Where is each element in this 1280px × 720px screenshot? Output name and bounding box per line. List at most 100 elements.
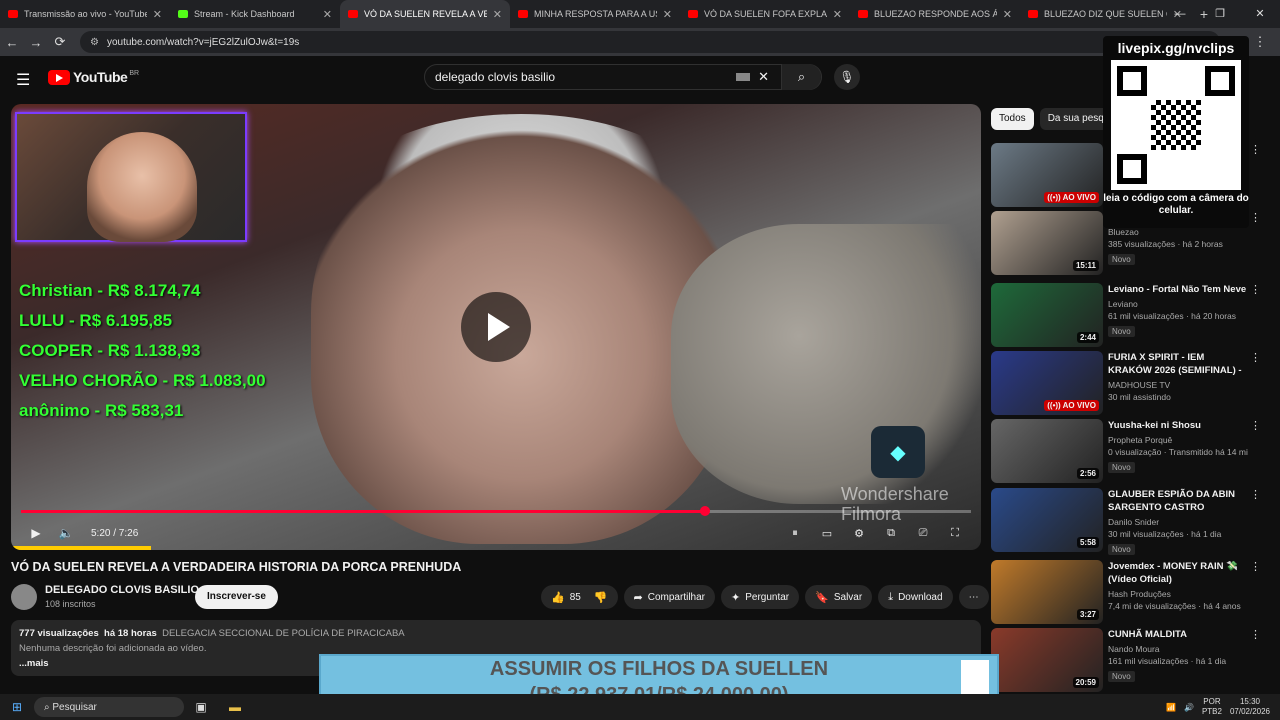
big-play-button[interactable] bbox=[461, 292, 531, 362]
autoplay-toggle-icon[interactable]: ⏸ bbox=[779, 527, 811, 540]
close-tab-icon[interactable]: ✕ bbox=[833, 8, 842, 21]
youtube-logo[interactable]: YouTube BR bbox=[48, 69, 139, 85]
more-options-icon[interactable]: ⋮ bbox=[1250, 283, 1261, 296]
video-player[interactable]: Christian - R$ 8.174,74 LULU - R$ 6.195,8… bbox=[11, 104, 981, 550]
restore-icon[interactable]: ❐ bbox=[1200, 0, 1240, 28]
download-button[interactable]: ⤓ Download bbox=[878, 585, 953, 609]
browser-tab[interactable]: MINHA RESPOSTA PARA A USURPADORA ✕ bbox=[510, 0, 680, 28]
settings-icon[interactable]: ⚙ bbox=[843, 527, 875, 540]
video-thumbnail[interactable]: 15:11 bbox=[991, 211, 1103, 275]
site-info-icon[interactable]: ⚙ bbox=[90, 37, 99, 48]
browser-menu-icon[interactable]: ⋮ bbox=[1248, 34, 1272, 50]
rec-channel[interactable]: Bluezao bbox=[1108, 227, 1248, 237]
file-explorer-icon[interactable]: ▬ bbox=[218, 700, 252, 714]
rec-title[interactable]: Leviano - Fortal Não Tem Neve bbox=[1108, 283, 1248, 296]
more-options-icon[interactable]: ⋮ bbox=[1250, 211, 1261, 224]
url-bar[interactable]: ⚙ youtube.com/watch?v=jEG2lZulOJw&t=19s bbox=[80, 31, 1220, 53]
share-label: Compartilhar bbox=[647, 591, 705, 603]
clear-search-icon[interactable]: ✕ bbox=[758, 69, 769, 85]
rec-title[interactable]: GLAUBER ESPIÃO DA ABIN SARGENTO CASTRO C… bbox=[1108, 488, 1248, 514]
close-tab-icon[interactable]: ✕ bbox=[663, 8, 672, 21]
cast-icon[interactable]: ⎚ bbox=[907, 527, 939, 540]
video-thumbnail[interactable]: 20:59 bbox=[991, 628, 1103, 692]
miniplayer-icon[interactable]: ⧉ bbox=[875, 527, 907, 540]
close-tab-icon[interactable]: ✕ bbox=[323, 8, 332, 21]
recommended-video[interactable]: 2:56 Yuusha-kei ni Shosu Propheta Porquê 0 … bbox=[991, 419, 1261, 483]
video-thumbnail[interactable]: 5:58 bbox=[991, 488, 1103, 552]
rec-title[interactable]: Yuusha-kei ni Shosu bbox=[1108, 419, 1248, 432]
more-options-icon[interactable]: ⋮ bbox=[1250, 628, 1261, 641]
video-thumbnail[interactable]: ((•)) AO VIVO bbox=[991, 351, 1103, 415]
minimize-icon[interactable]: — bbox=[1160, 0, 1200, 28]
sparkle-icon: ✦ bbox=[731, 591, 741, 604]
rec-channel[interactable]: Danilo Snider bbox=[1108, 517, 1248, 527]
rec-channel[interactable]: Nando Moura bbox=[1108, 644, 1248, 654]
rec-channel[interactable]: Leviano bbox=[1108, 299, 1248, 309]
browser-tab[interactable]: VÓ DA SUELEN FOFA EXPLANA ✕ bbox=[680, 0, 850, 28]
share-button[interactable]: ➦ Compartilhar bbox=[623, 585, 715, 609]
browser-tab[interactable]: VÓ DA SUELEN REVELA A VERDADEIRA ✕ bbox=[340, 0, 510, 28]
recommended-video[interactable]: 3:27 Jovemdex - MONEY RAIN 💸 (Vídeo Ofici… bbox=[991, 560, 1261, 624]
windows-start-icon[interactable]: ⊞ bbox=[0, 700, 34, 714]
subtitles-icon[interactable]: ▭ bbox=[811, 527, 843, 540]
channel-avatar[interactable] bbox=[11, 584, 37, 610]
recommended-video[interactable]: 2:44 Leviano - Fortal Não Tem Neve Leviano… bbox=[991, 283, 1261, 347]
thumbs-down-icon[interactable]: 👎 bbox=[594, 591, 608, 604]
progress-scrubber[interactable] bbox=[700, 506, 710, 516]
browser-tab[interactable]: Transmissão ao vivo - YouTube ✕ bbox=[0, 0, 170, 28]
close-tab-icon[interactable]: ✕ bbox=[1003, 8, 1012, 21]
recommended-video[interactable]: 5:58 GLAUBER ESPIÃO DA ABIN SARGENTO CAST… bbox=[991, 488, 1261, 555]
tab-title: MINHA RESPOSTA PARA A USURPADORA bbox=[534, 9, 657, 19]
progress-bar[interactable] bbox=[21, 506, 971, 516]
more-options-icon[interactable]: ⋮ bbox=[1250, 419, 1261, 432]
like-button[interactable]: 👍 85 👎 bbox=[541, 585, 618, 609]
close-window-icon[interactable]: ✕ bbox=[1240, 0, 1280, 28]
browser-tab[interactable]: Stream - Kick Dashboard ✕ bbox=[170, 0, 340, 28]
more-actions-button[interactable]: ⋯ bbox=[958, 585, 989, 609]
volume-icon[interactable]: 🔈 bbox=[51, 526, 81, 540]
video-thumbnail[interactable]: ((•)) AO VIVO bbox=[991, 143, 1103, 207]
fullscreen-icon[interactable]: ⛶ bbox=[939, 527, 971, 540]
ask-button[interactable]: ✦ Perguntar bbox=[721, 585, 800, 609]
save-button[interactable]: 🔖 Salvar bbox=[805, 585, 873, 609]
filter-chip[interactable]: Todos bbox=[991, 108, 1034, 130]
keyboard-icon[interactable] bbox=[736, 73, 751, 81]
close-tab-icon[interactable]: ✕ bbox=[153, 8, 162, 21]
video-thumbnail[interactable]: 3:27 bbox=[991, 560, 1103, 624]
video-thumbnail[interactable]: 2:44 bbox=[991, 283, 1103, 347]
search-input[interactable]: delegado clovis basilio bbox=[435, 70, 736, 84]
more-options-icon[interactable]: ⋮ bbox=[1250, 143, 1261, 156]
reload-icon[interactable]: ⟳ bbox=[48, 34, 72, 50]
speaker-icon[interactable]: 🔊 bbox=[1184, 703, 1194, 712]
rec-channel[interactable]: Hash Produções bbox=[1108, 589, 1248, 599]
video-thumbnail[interactable]: 2:56 bbox=[991, 419, 1103, 483]
forward-icon[interactable]: → bbox=[24, 35, 48, 50]
channel-name[interactable]: DELEGADO CLOVIS BASILIO bbox=[45, 584, 199, 596]
task-view-icon[interactable]: ▣ bbox=[184, 700, 218, 714]
search-button[interactable]: ⌕ bbox=[781, 64, 821, 90]
language-indicator[interactable]: POR PTB2 bbox=[1202, 697, 1222, 717]
browser-tab[interactable]: BLUEZAO RESPONDE AOS ÁUDIOS ✕ bbox=[850, 0, 1020, 28]
wifi-icon[interactable]: 📶 bbox=[1166, 703, 1176, 712]
search-box[interactable]: delegado clovis basilio ✕ ⌕ bbox=[424, 64, 822, 90]
voice-search-icon[interactable]: 🎙 bbox=[834, 64, 860, 90]
close-tab-icon[interactable]: ✕ bbox=[493, 8, 502, 21]
rec-channel[interactable]: Propheta Porquê bbox=[1108, 435, 1248, 445]
recommended-video[interactable]: ((•)) AO VIVO FURIA X SPIRIT - IEM KRAKÓW… bbox=[991, 351, 1261, 415]
rec-title[interactable]: CUNHÃ MALDITA bbox=[1108, 628, 1248, 641]
rec-channel[interactable]: MADHOUSE TV bbox=[1108, 380, 1248, 390]
back-icon[interactable]: ← bbox=[0, 35, 24, 50]
rec-title[interactable]: Jovemdex - MONEY RAIN 💸 (Vídeo Oficial) bbox=[1108, 560, 1248, 586]
description-tag[interactable]: DELEGACIA SECCIONAL DE POLÍCIA DE PIRACI… bbox=[162, 628, 405, 639]
taskbar-search[interactable]: ⌕ Pesquisar bbox=[34, 697, 184, 717]
subscribe-button[interactable]: Inscrever-se bbox=[195, 585, 278, 609]
more-options-icon[interactable]: ⋮ bbox=[1250, 560, 1261, 573]
more-options-icon[interactable]: ⋮ bbox=[1250, 488, 1261, 501]
hamburger-menu-icon[interactable]: ☰ bbox=[16, 70, 30, 90]
more-options-icon[interactable]: ⋮ bbox=[1250, 351, 1261, 364]
rec-title[interactable]: FURIA X SPIRIT - IEM KRAKÓW 2026 (SEMIFI… bbox=[1108, 351, 1248, 377]
clock[interactable]: 15:30 07/02/2026 bbox=[1230, 697, 1270, 717]
play-icon[interactable]: ▶ bbox=[21, 526, 51, 540]
donor-entry: VELHO CHORÃO - R$ 1.083,00 bbox=[19, 371, 266, 390]
recommended-video[interactable]: 20:59 CUNHÃ MALDITA Nando Moura 161 mil vis… bbox=[991, 628, 1261, 692]
